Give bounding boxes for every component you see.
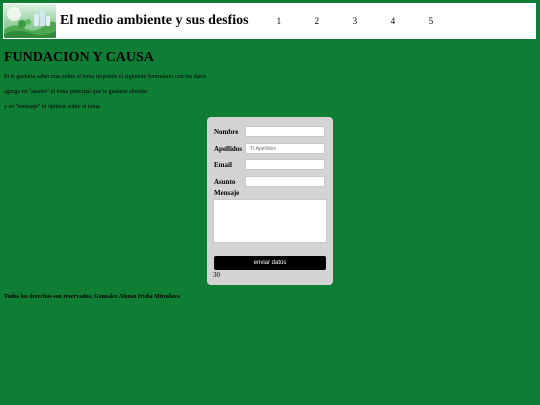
apellidos-row: Apellidos (214, 143, 325, 154)
mensaje-label: Mensaje (214, 189, 240, 197)
intro-line-1: Si te gustaria saber mas sobre el tema r… (4, 74, 207, 80)
submit-button[interactable]: enviar datos (214, 256, 326, 270)
eco-landscape-logo (4, 4, 56, 38)
nav-link-2[interactable]: 2 (315, 16, 353, 26)
site-header: El medio ambiente y sus desfios 1 2 3 4 … (3, 3, 536, 39)
email-row: Email (214, 159, 325, 170)
email-input[interactable] (245, 159, 325, 170)
asunto-row: Asunto (214, 176, 325, 187)
page-heading: FUNDACION Y CAUSA (4, 50, 154, 65)
character-counter: 30 (213, 271, 220, 279)
intro-line-2: agrega en "asunto" el tema principal que… (4, 89, 148, 95)
contact-form: Nombre Apellidos Email Asunto Mensaje en… (207, 117, 333, 285)
site-title: El medio ambiente y sus desfios (60, 13, 249, 28)
nav-link-3[interactable]: 3 (353, 16, 391, 26)
nav-link-4[interactable]: 4 (391, 16, 429, 26)
apellidos-input[interactable] (245, 143, 325, 154)
main-nav: 1 2 3 4 5 (277, 16, 467, 26)
nombre-input[interactable] (245, 126, 325, 137)
apellidos-label: Apellidos (214, 144, 243, 153)
nombre-row: Nombre (214, 126, 325, 137)
asunto-input[interactable] (245, 176, 325, 187)
nav-link-5[interactable]: 5 (429, 16, 467, 26)
nav-link-1[interactable]: 1 (277, 16, 315, 26)
footer-text: Todos los derechos son reservados. Gonza… (4, 294, 180, 300)
mensaje-textarea[interactable] (213, 199, 327, 243)
email-label: Email (214, 160, 232, 169)
asunto-label: Asunto (214, 177, 236, 186)
nombre-label: Nombre (214, 127, 239, 136)
intro-line-3: y en "mensaje" tu opinion sobre el tema (4, 104, 100, 110)
